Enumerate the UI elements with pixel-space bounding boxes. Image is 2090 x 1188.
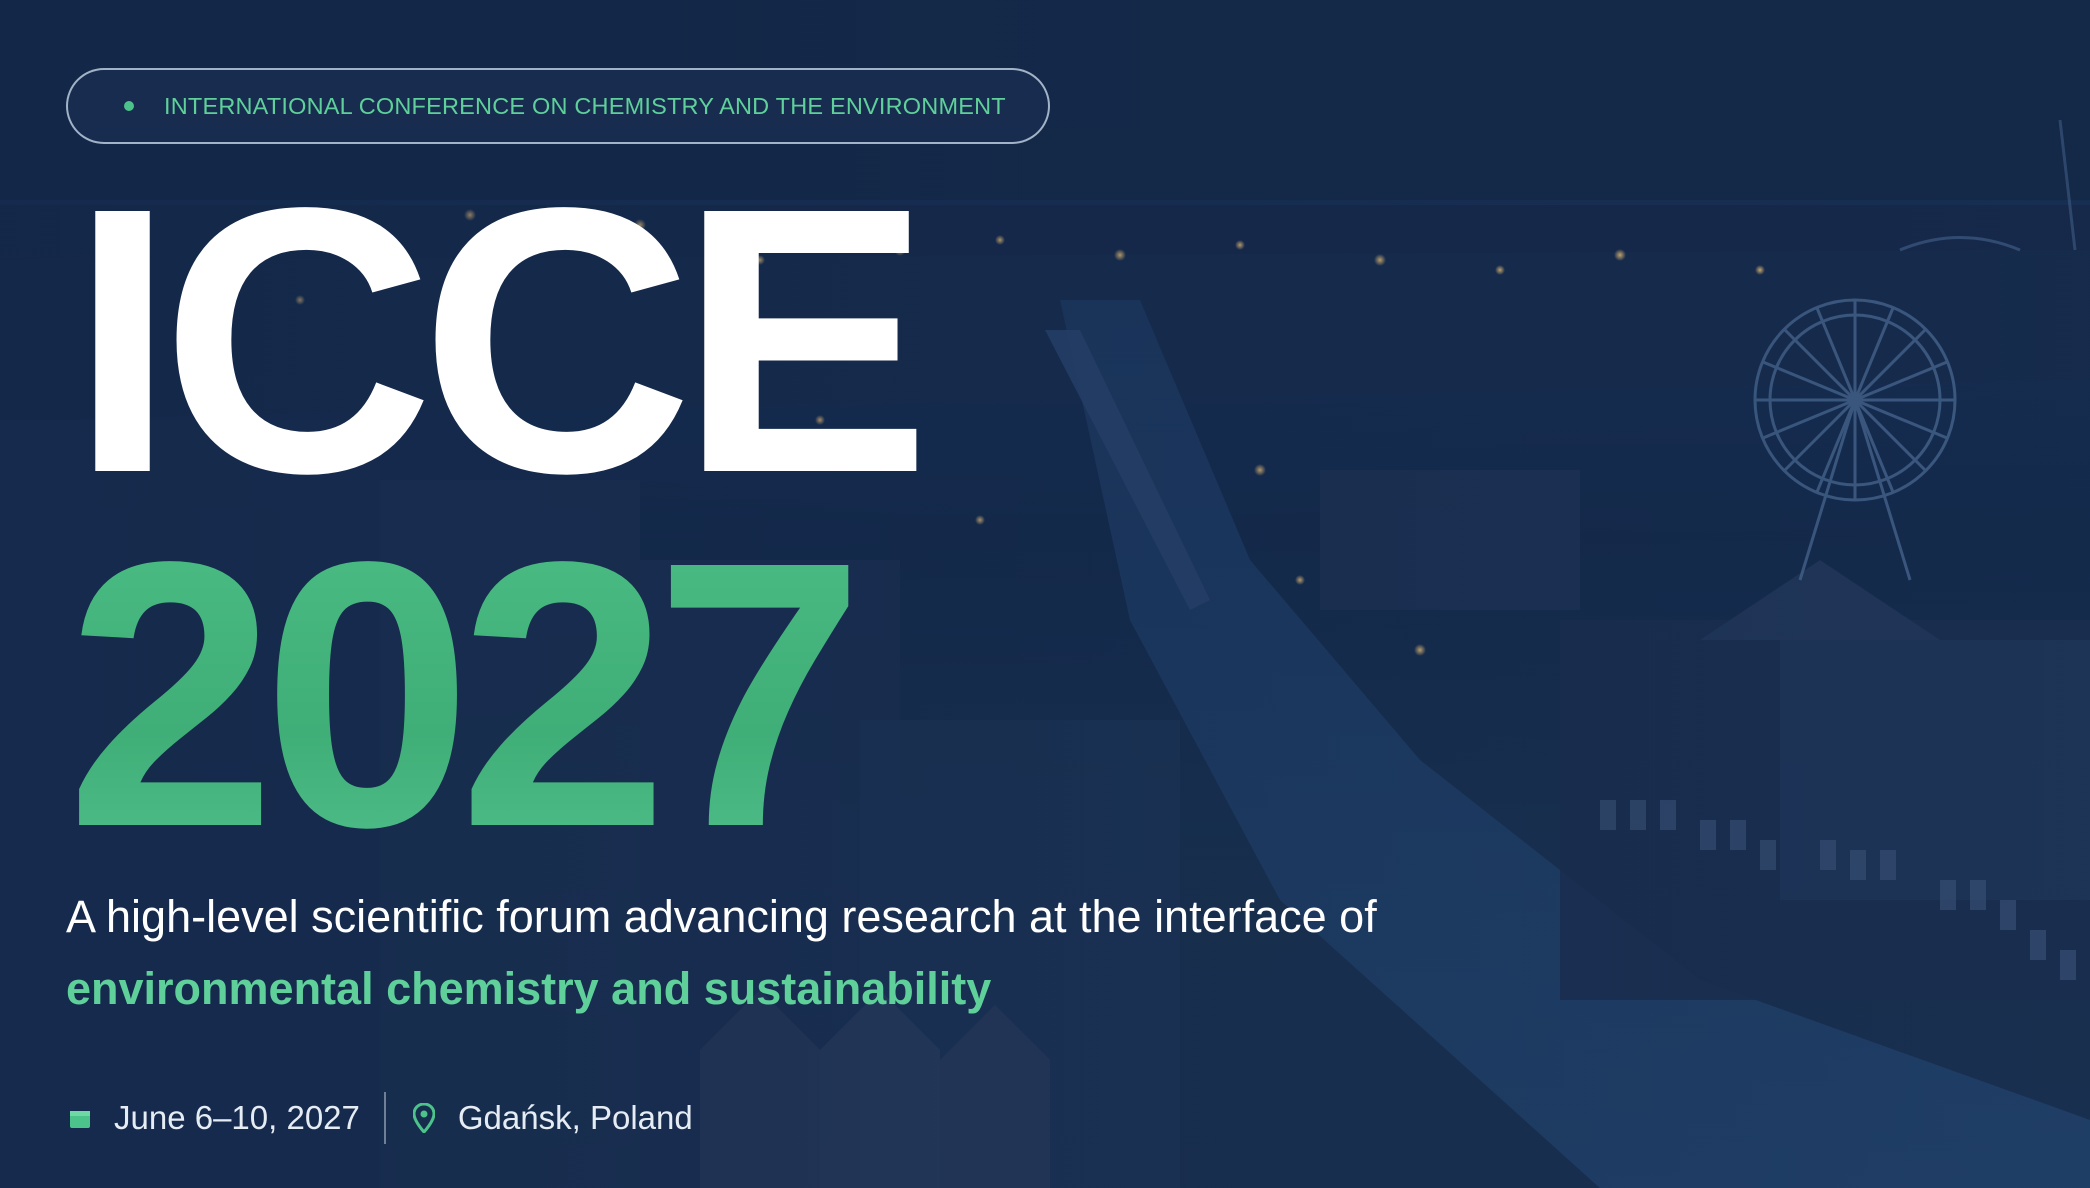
calendar-icon [66,1100,94,1136]
badge-label: INTERNATIONAL CONFERENCE ON CHEMISTRY AN… [164,92,1006,119]
hero-title-year: 2027 [66,484,865,906]
hero-content: INTERNATIONAL CONFERENCE ON CHEMISTRY AN… [0,0,2090,1188]
hero-tagline: A high-level scientific forum advancing … [66,891,1377,942]
event-location: Gdańsk, Poland [410,1099,693,1137]
map-pin-icon [410,1100,438,1136]
event-location-text: Gdańsk, Poland [457,1099,693,1136]
event-date-text: June 6–10, 2027 [114,1099,360,1136]
hero-tagline-highlight: environmental chemistry and sustainabili… [66,963,992,1014]
hero-title-acronym: ICCE [70,130,931,552]
meta-divider [383,1092,386,1144]
event-meta: June 6–10, 2027 Gdańsk, Poland [66,1092,693,1144]
event-date: June 6–10, 2027 [66,1099,360,1137]
badge-dot-icon [124,101,134,111]
